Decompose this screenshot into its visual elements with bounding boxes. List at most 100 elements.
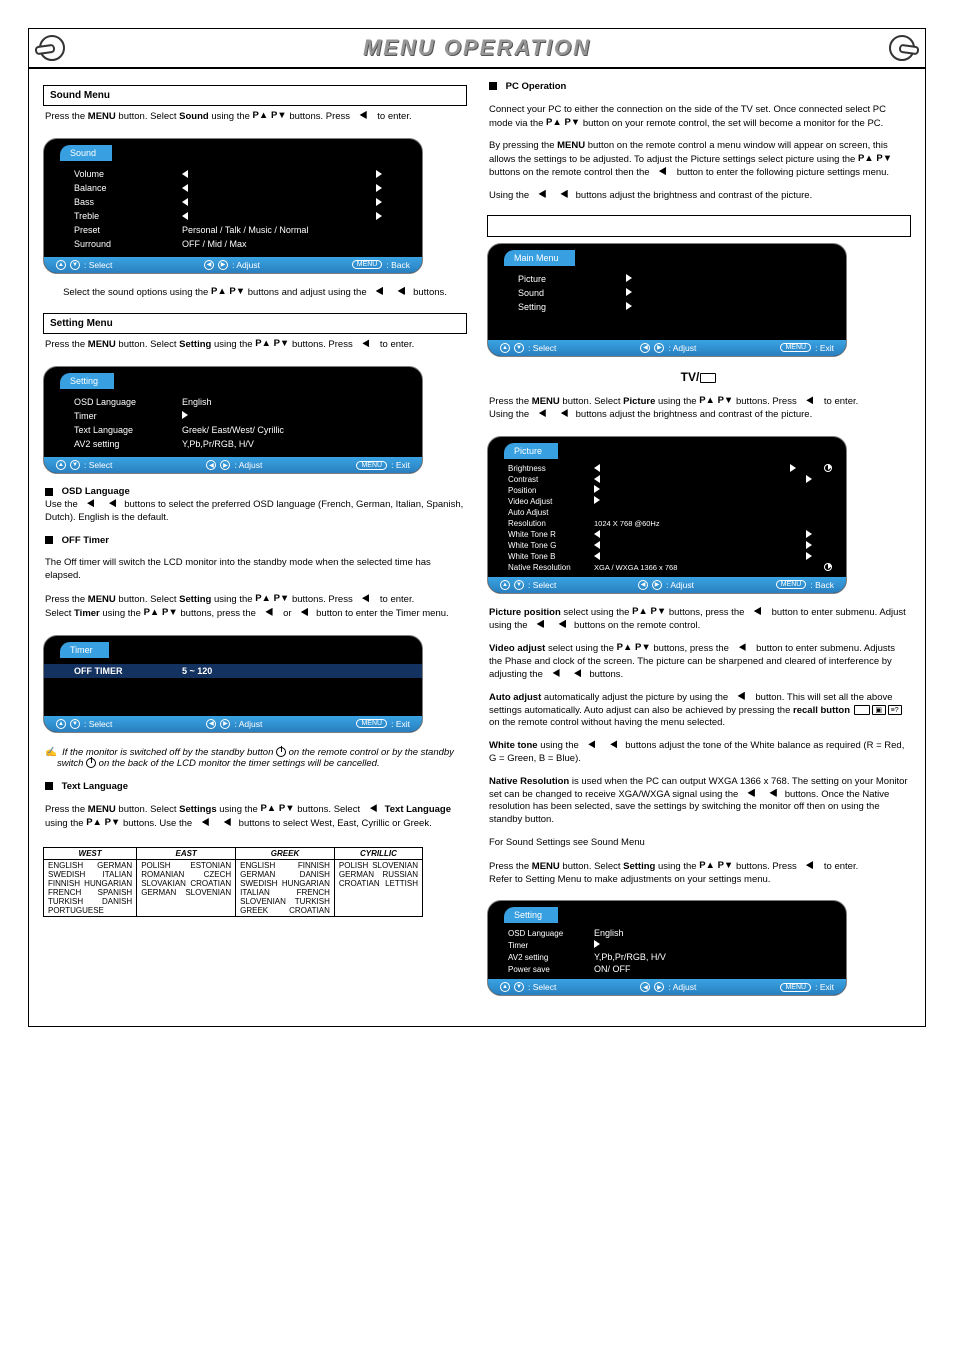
osd-row-label: Resolution	[508, 519, 586, 528]
enter-arrow-icon	[626, 302, 632, 310]
p-up-icon	[86, 817, 102, 830]
td-greek: ENGLISHFINNISH GERMANDANISH SWEDISHHUNGA…	[236, 859, 335, 916]
t: : Select	[528, 580, 556, 590]
vol-up-icon	[731, 692, 745, 700]
up-down-icon: ▼	[70, 719, 80, 729]
osd-row-label: Power save	[508, 965, 586, 974]
t: Press the	[45, 339, 88, 350]
t: By pressing the	[489, 140, 557, 151]
vol-up-icon	[259, 608, 273, 616]
t: MENU	[88, 804, 116, 815]
vol-up-icon	[799, 396, 813, 404]
vol-up-icon	[369, 287, 383, 295]
vol-up-icon	[355, 594, 369, 602]
t: Text Language	[385, 804, 451, 815]
arrow-right-icon	[376, 198, 382, 206]
up-down-icon: ▲	[56, 260, 66, 270]
pc-op-text3: Using the buttons adjust the brightness …	[487, 188, 911, 211]
td-west: ENGLISHGERMAN SWEDISHITALIAN FINNISHHUNG…	[44, 859, 137, 916]
up-down-icon: ▲	[56, 460, 66, 470]
osd-row-label: Surround	[74, 239, 174, 249]
th-cyr: CYRILLIC	[334, 847, 422, 859]
osd-row-label: Preset	[74, 225, 174, 235]
page-title: MENU OPERATION	[363, 35, 591, 61]
t: Press the	[45, 804, 88, 815]
t: GREEK	[240, 906, 268, 915]
t: buttons and adjust using the	[248, 287, 369, 298]
osd-row-label: Bass	[74, 197, 174, 207]
setting-menu-heading: Setting Menu	[43, 313, 467, 334]
osd-pc-setting-panel: Setting OSD LanguageEnglish Timer AV2 se…	[487, 900, 847, 996]
vol-down-icon	[552, 620, 566, 628]
t: ITALIAN	[103, 870, 133, 879]
t: buttons. Press	[289, 111, 352, 122]
p-down-icon	[105, 817, 121, 830]
pc-operation-block: PC Operation	[487, 79, 911, 102]
t: GERMAN	[339, 870, 374, 879]
sound-menu-heading: Sound Menu	[43, 85, 467, 106]
t: Press the	[489, 861, 532, 872]
right-column: PC Operation Connect your PC to either t…	[487, 79, 911, 1006]
t: buttons, press the	[669, 607, 747, 618]
t: using the	[655, 861, 699, 872]
page-header: MENU OPERATION	[29, 29, 925, 69]
bullet-icon	[45, 782, 53, 790]
osd-row-value: Y,Pb,Pr/RGB, H/V	[594, 952, 832, 962]
t: MENU	[557, 140, 585, 151]
t: TURKISH	[295, 897, 330, 906]
p-up-icon	[253, 110, 269, 123]
vol-up-icon	[532, 190, 546, 198]
osd-row-label: Brightness	[508, 464, 586, 473]
t: buttons adjust the brightness and contra…	[576, 190, 813, 201]
vol-up-icon	[732, 643, 746, 651]
arrow-left-icon	[594, 541, 600, 549]
setting-intro: Press the MENU button. Select Setting us…	[43, 336, 467, 360]
vol-up-icon	[799, 861, 813, 869]
vol-down-icon	[763, 789, 777, 797]
menu-pill-icon: MENU	[776, 580, 807, 589]
left-right-icon: ◀	[206, 719, 216, 729]
osd-row-label: Timer	[74, 411, 174, 421]
t: : Exit	[391, 719, 410, 729]
p-down-icon	[718, 860, 734, 873]
arrow-left-icon	[182, 170, 188, 178]
osd-footer: ▲▼: Select ◀▶: Adjust MENU: Exit	[488, 979, 846, 995]
osd-row-label: OFF TIMER	[74, 666, 174, 676]
t: Using the	[489, 409, 532, 420]
osd-row-label: Setting	[518, 302, 618, 312]
t: automatically adjust the picture by usin…	[541, 692, 731, 703]
timer-note: ✍ If the monitor is switched off by the …	[43, 743, 467, 779]
arrow-right-icon	[806, 475, 812, 483]
up-down-icon: ▼	[514, 982, 524, 992]
t: FINNISH	[298, 861, 330, 870]
osd-row-label: AV2 setting	[508, 953, 586, 962]
enter-arrow-icon	[626, 288, 632, 296]
t: buttons. Press	[736, 861, 799, 872]
p-down-icon	[279, 803, 295, 816]
left-right-icon: ▶	[652, 580, 662, 590]
power-icon	[86, 758, 96, 768]
tv-source-icon-row: TV/	[487, 367, 911, 394]
osd-picture-title: Picture	[504, 443, 558, 459]
t: ESTONIAN	[190, 861, 231, 870]
osd-row-label: White Tone B	[508, 552, 586, 561]
td-east: POLISHESTONIAN ROMANIANCZECH SLOVAKIANCR…	[137, 859, 236, 916]
up-down-icon: ▲	[56, 719, 66, 729]
menu-button-label: MENU	[88, 111, 116, 122]
t: GERMAN	[97, 861, 132, 870]
vol-down-icon	[217, 818, 231, 826]
osd-row-label: Video Adjust	[508, 497, 586, 506]
t: buttons. Select	[297, 804, 362, 815]
p-up-icon	[211, 286, 227, 299]
t: MENU	[532, 861, 560, 872]
t: Video adjust	[489, 643, 545, 654]
osd-row-label: OSD Language	[508, 929, 586, 938]
vol-up-icon	[747, 607, 761, 615]
menu-pill-icon: MENU	[356, 719, 387, 728]
t: button. Select	[560, 396, 623, 407]
p-down-icon	[876, 153, 892, 166]
t: CROATIAN	[289, 906, 330, 915]
osd-picture-panel: Picture Brightness Contrast Position Vid…	[487, 436, 847, 594]
p-up-icon	[699, 395, 715, 408]
t: button. Select	[116, 594, 179, 605]
